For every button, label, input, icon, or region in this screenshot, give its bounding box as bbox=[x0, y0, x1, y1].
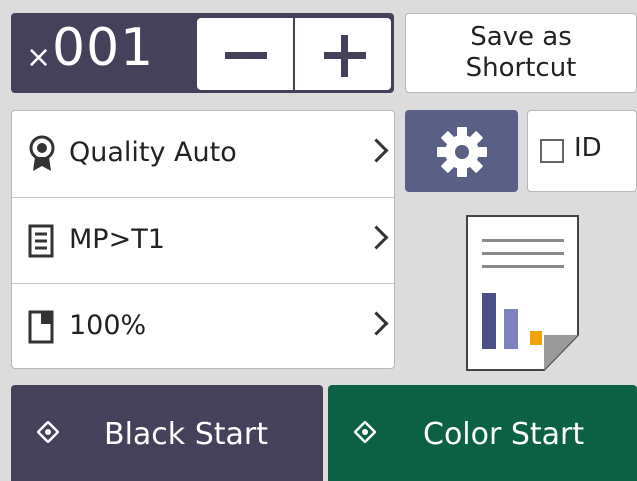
start-diamond-icon bbox=[37, 421, 59, 443]
gear-icon bbox=[437, 127, 487, 177]
increase-button[interactable] bbox=[295, 18, 391, 90]
enlarge-reduce-icon bbox=[28, 310, 54, 344]
id-copy-button[interactable]: ID bbox=[527, 110, 637, 192]
copies-count[interactable]: 001 bbox=[52, 18, 154, 78]
color-start-label: Color Start bbox=[423, 417, 585, 452]
black-start-button[interactable]: Black Start bbox=[11, 385, 323, 481]
copies-prefix: × bbox=[26, 40, 52, 75]
tray-setting-row[interactable]: MP>T1 bbox=[12, 197, 394, 284]
enlarge-reduce-label: 100% bbox=[69, 310, 147, 341]
color-start-button[interactable]: Color Start bbox=[328, 385, 637, 481]
minus-icon bbox=[225, 52, 267, 59]
enlarge-reduce-row[interactable]: 100% bbox=[12, 283, 394, 370]
plus-icon-vertical bbox=[341, 35, 348, 77]
quality-setting-label: Quality Auto bbox=[69, 137, 237, 168]
document-preview-icon bbox=[466, 215, 579, 371]
black-start-label: Black Start bbox=[104, 417, 268, 452]
chevron-right-icon bbox=[364, 138, 389, 163]
quality-ribbon-icon bbox=[29, 135, 55, 171]
start-diamond-icon bbox=[354, 421, 376, 443]
decrease-button[interactable] bbox=[197, 18, 293, 90]
id-copy-label: ID bbox=[574, 133, 602, 163]
chevron-right-icon bbox=[364, 311, 389, 336]
settings-button[interactable] bbox=[405, 110, 518, 192]
settings-list: Quality Auto MP>T1 100% bbox=[11, 110, 395, 369]
copies-stepper bbox=[197, 18, 391, 90]
tray-setting-label: MP>T1 bbox=[69, 224, 165, 255]
paper-tray-icon bbox=[28, 224, 54, 258]
quality-setting-row[interactable]: Quality Auto bbox=[12, 111, 394, 197]
chevron-right-icon bbox=[364, 225, 389, 250]
id-copy-checkbox[interactable] bbox=[540, 139, 564, 163]
save-as-shortcut-button[interactable]: Save as Shortcut bbox=[405, 13, 637, 93]
